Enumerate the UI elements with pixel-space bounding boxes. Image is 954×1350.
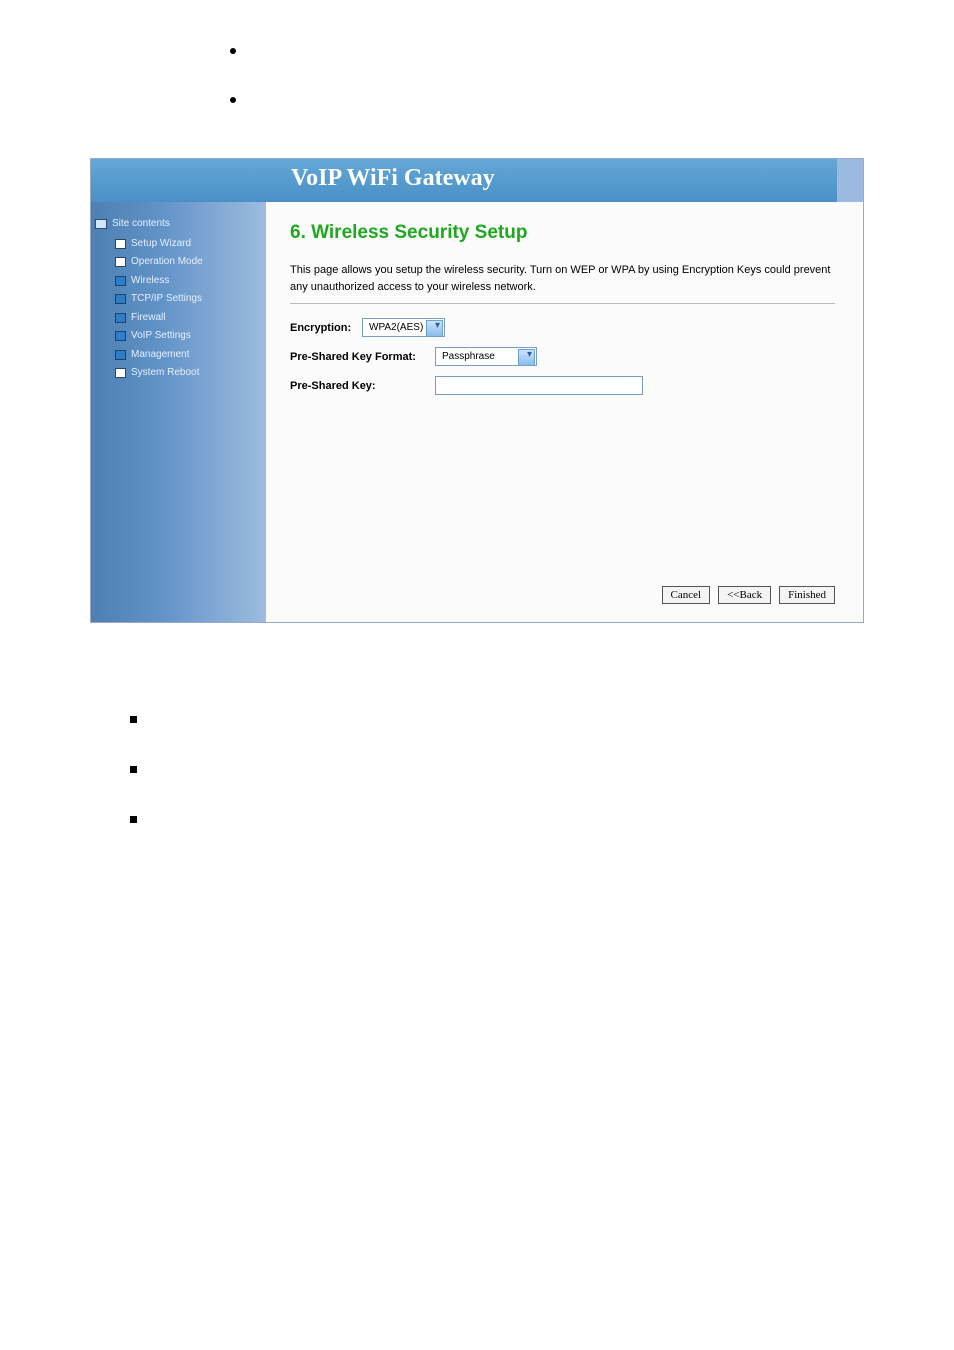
encryption-row: Encryption: WPA2(AES)	[290, 318, 835, 337]
page-icon	[115, 257, 126, 267]
cancel-button[interactable]: Cancel	[662, 586, 711, 604]
sidebar-item-tcpip-settings[interactable]: TCP/IP Settings	[115, 290, 260, 309]
sidebar-root-label: Site contents	[112, 216, 170, 233]
sidebar-item-system-reboot[interactable]: System Reboot	[115, 364, 260, 383]
folder-icon	[115, 331, 126, 341]
psk-format-label: Pre-Shared Key Format:	[290, 351, 435, 363]
sidebar-item-voip-settings[interactable]: VoIP Settings	[115, 327, 260, 346]
folder-icon	[115, 313, 126, 323]
bullet-item	[230, 89, 864, 103]
encryption-select[interactable]: WPA2(AES)	[362, 318, 445, 337]
sidebar-item-wireless[interactable]: Wireless	[115, 272, 260, 291]
psk-row: Pre-Shared Key:	[290, 376, 835, 395]
sidebar-item-operation-mode[interactable]: Operation Mode	[115, 253, 260, 272]
page-description: This page allows you setup the wireless …	[290, 262, 835, 295]
psk-format-select[interactable]: Passphrase	[435, 347, 537, 366]
navigation-sidebar: Site contents Setup Wizard Operation Mod…	[91, 202, 266, 622]
list-item	[130, 759, 864, 773]
psk-input[interactable]	[435, 376, 643, 395]
encryption-select-wrap: WPA2(AES)	[362, 318, 445, 337]
sidebar-item-setup-wizard[interactable]: Setup Wizard	[115, 235, 260, 254]
psk-format-row: Pre-Shared Key Format: Passphrase	[290, 347, 835, 366]
square-bullet-icon	[130, 716, 137, 723]
bullet-item	[230, 40, 864, 54]
folder-icon	[115, 294, 126, 304]
list-item	[130, 709, 864, 723]
encryption-label: Encryption:	[290, 322, 362, 334]
square-bullet-icon	[130, 816, 137, 823]
app-title-bar: VoIP WiFi Gateway	[91, 159, 863, 202]
back-button[interactable]: <<Back	[718, 586, 771, 604]
folder-icon	[115, 350, 126, 360]
square-bullet-icon	[130, 766, 137, 773]
intro-text-area	[0, 0, 954, 158]
folder-icon	[115, 276, 126, 286]
page-heading: 6. Wireless Security Setup	[290, 222, 835, 244]
app-title: VoIP WiFi Gateway	[291, 165, 495, 191]
bullet-dot-icon	[230, 48, 236, 54]
psk-label: Pre-Shared Key:	[290, 380, 435, 392]
post-text-area	[0, 663, 954, 959]
sidebar-item-firewall[interactable]: Firewall	[115, 309, 260, 328]
sidebar-root[interactable]: Site contents	[95, 216, 260, 233]
wizard-button-row: Cancel <<Back Finished	[290, 586, 835, 610]
site-root-icon	[95, 219, 107, 229]
finished-button[interactable]: Finished	[779, 586, 835, 604]
psk-format-select-wrap: Passphrase	[435, 347, 537, 366]
router-admin-window: VoIP WiFi Gateway Site contents Setup Wi…	[90, 158, 864, 623]
content-panel: 6. Wireless Security Setup This page all…	[266, 202, 863, 622]
bullet-dot-icon	[230, 97, 236, 103]
sidebar-item-management[interactable]: Management	[115, 346, 260, 365]
page-icon	[115, 368, 126, 378]
page-icon	[115, 239, 126, 249]
list-item	[130, 809, 864, 823]
divider	[290, 303, 835, 304]
